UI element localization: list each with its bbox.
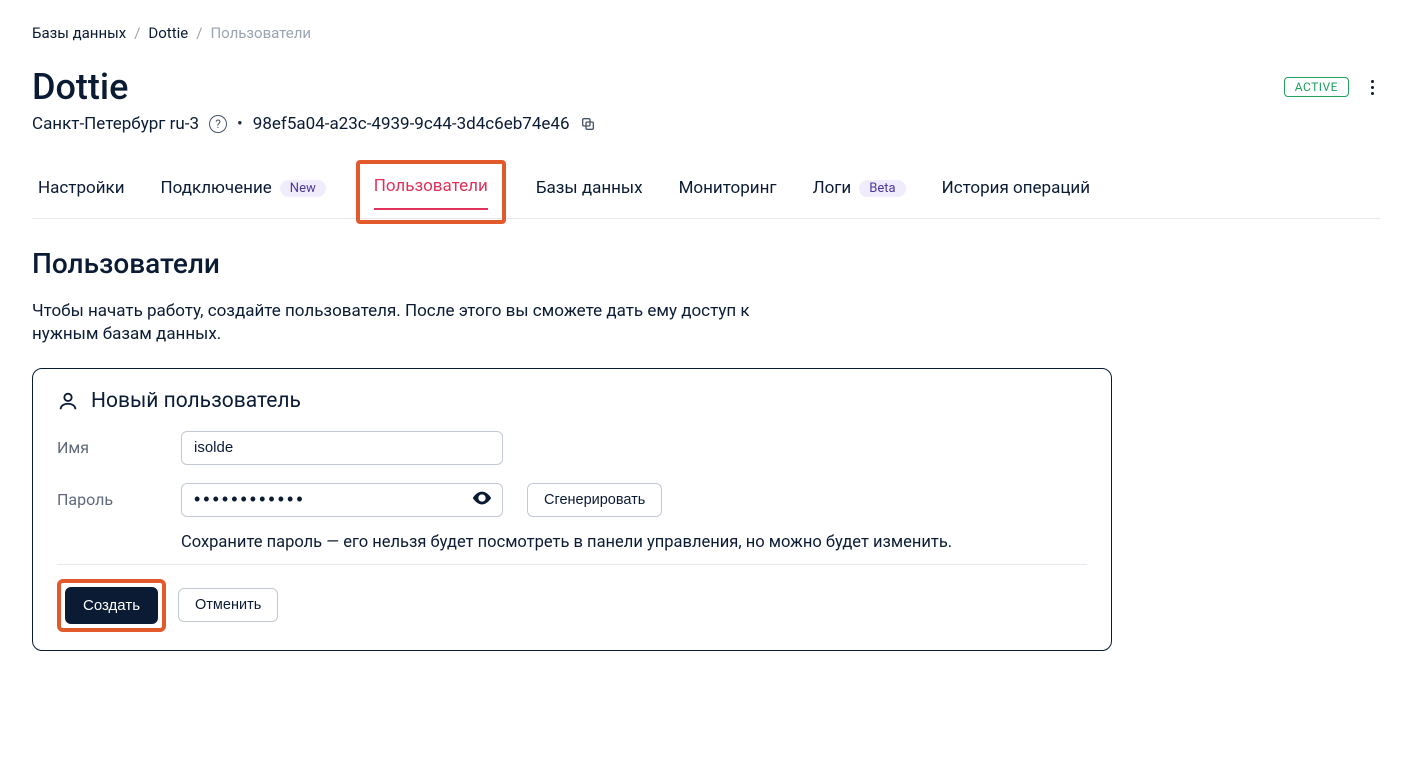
new-chip: New	[280, 180, 326, 197]
tab-users[interactable]: Пользователи	[368, 170, 494, 210]
breadcrumb-databases[interactable]: Базы данных	[32, 24, 126, 42]
name-input[interactable]	[181, 431, 503, 465]
tab-label: Мониторинг	[679, 178, 777, 198]
help-icon[interactable]: ?	[209, 115, 227, 133]
card-actions: Создать Отменить	[57, 579, 1087, 632]
breadcrumb-current: Пользователи	[210, 24, 311, 42]
name-label: Имя	[57, 438, 157, 457]
divider	[57, 564, 1087, 565]
password-input-wrap	[181, 483, 503, 517]
page-header: Dottie ACTIVE	[32, 66, 1380, 108]
card-title: Новый пользователь	[91, 389, 301, 413]
create-button-highlight: Создать	[57, 579, 166, 632]
tab-settings[interactable]: Настройки	[32, 172, 131, 212]
card-header: Новый пользователь	[57, 389, 1087, 413]
eye-icon[interactable]	[471, 487, 493, 513]
tab-label: Подключение	[161, 178, 272, 198]
section-title: Пользователи	[32, 247, 1380, 280]
password-label: Пароль	[57, 490, 157, 509]
tab-history[interactable]: История операций	[936, 172, 1096, 212]
tab-databases[interactable]: Базы данных	[530, 172, 649, 212]
region-label: Санкт-Петербург ru-3	[32, 114, 199, 134]
page-title: Dottie	[32, 66, 128, 108]
header-actions: ACTIVE	[1284, 74, 1380, 101]
meta-separator: •	[237, 114, 243, 134]
copy-icon[interactable]	[580, 116, 596, 132]
beta-chip: Beta	[859, 180, 905, 197]
intro-text: Чтобы начать работу, создайте пользовате…	[32, 300, 812, 346]
tab-logs[interactable]: Логи Beta	[807, 172, 912, 212]
tab-label: Логи	[813, 178, 852, 198]
password-hint: Сохраните пароль — его нельзя будет посм…	[181, 533, 1087, 552]
field-password: Пароль Сгенерировать	[57, 483, 1087, 517]
password-input[interactable]	[181, 483, 503, 517]
tabs: Настройки Подключение New Пользователи Б…	[32, 166, 1380, 219]
person-icon	[57, 390, 79, 412]
breadcrumb-separator: /	[196, 24, 202, 42]
resource-uuid: 98ef5a04-a23c-4939-9c44-3d4c6eb74e46	[253, 114, 570, 134]
more-actions-button[interactable]	[1365, 74, 1380, 101]
tab-label: Базы данных	[536, 178, 643, 198]
tab-users-highlight: Пользователи	[356, 160, 506, 224]
new-user-card: Новый пользователь Имя Пароль Сгенериров…	[32, 368, 1112, 651]
status-badge: ACTIVE	[1284, 77, 1349, 97]
generate-password-button[interactable]: Сгенерировать	[527, 483, 662, 517]
breadcrumb: Базы данных / Dottie / Пользователи	[32, 24, 1380, 42]
tab-connection[interactable]: Подключение New	[155, 172, 332, 212]
tab-label: Пользователи	[374, 176, 488, 196]
resource-meta: Санкт-Петербург ru-3 ? • 98ef5a04-a23c-4…	[32, 114, 1380, 134]
cancel-button[interactable]: Отменить	[178, 588, 278, 622]
breadcrumb-separator: /	[134, 24, 140, 42]
field-name: Имя	[57, 431, 1087, 465]
tab-label: История операций	[942, 178, 1090, 198]
create-button[interactable]: Создать	[65, 587, 158, 624]
tab-monitoring[interactable]: Мониторинг	[673, 172, 783, 212]
tab-label: Настройки	[38, 178, 125, 198]
breadcrumb-dottie[interactable]: Dottie	[148, 24, 188, 42]
